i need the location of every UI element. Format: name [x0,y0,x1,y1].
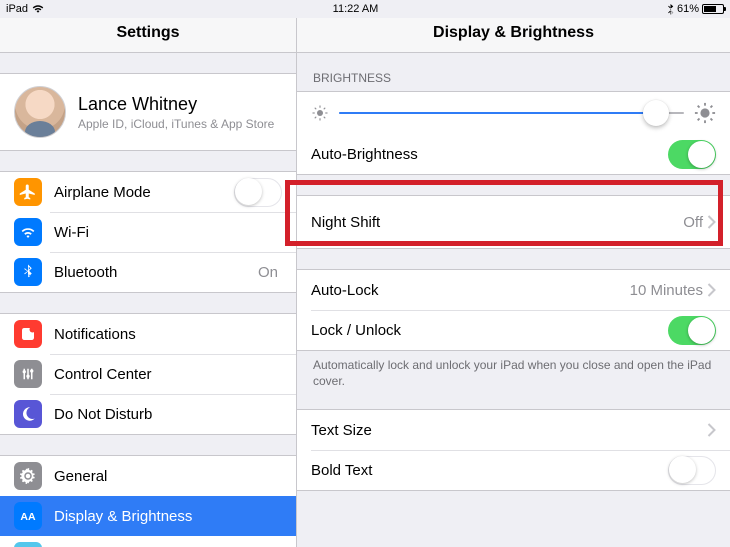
bluetooth-status-icon [667,4,674,15]
battery-icon [702,4,724,14]
wifi-label: Wi-Fi [54,224,282,241]
control-center-icon [14,360,42,388]
status-bar: iPad 11:22 AM 61% [0,0,730,18]
sidebar-item-airplane[interactable]: Airplane Mode [0,172,296,212]
auto-lock-label: Auto-Lock [311,282,630,299]
profile-name: Lance Whitney [78,94,274,115]
sidebar-item-control-center[interactable]: Control Center [0,354,296,394]
airplane-toggle[interactable] [234,178,282,207]
night-shift-label: Night Shift [311,214,683,231]
notifications-icon [14,320,42,348]
lock-footer: Automatically lock and unlock your iPad … [297,351,730,395]
brightness-header: BRIGHTNESS [297,53,730,91]
general-label: General [54,468,282,485]
display-label: Display & Brightness [54,508,282,525]
chevron-right-icon [707,283,716,297]
clock: 11:22 AM [44,3,667,15]
sidebar-item-display-brightness[interactable]: AA Display & Brightness [0,496,296,536]
sun-large-icon [694,102,716,124]
battery-percent: 61% [677,3,699,15]
chevron-right-icon [707,423,716,437]
auto-lock-cell[interactable]: Auto-Lock 10 Minutes [297,270,730,310]
dnd-label: Do Not Disturb [54,406,282,423]
sidebar-item-wifi[interactable]: Wi-Fi [0,212,296,252]
bluetooth-icon [14,258,42,286]
device-label: iPad [6,3,28,15]
general-icon [14,462,42,490]
avatar [14,86,66,138]
bluetooth-detail: On [258,264,278,281]
wifi-status-icon [32,4,44,14]
lock-unlock-toggle[interactable] [668,316,716,345]
notifications-label: Notifications [54,326,282,343]
auto-brightness-cell[interactable]: Auto-Brightness [297,134,730,174]
wallpaper-icon [14,542,42,547]
sidebar-item-dnd[interactable]: Do Not Disturb [0,394,296,434]
lock-unlock-label: Lock / Unlock [311,322,668,339]
auto-lock-detail: 10 Minutes [630,282,703,299]
brightness-slider[interactable] [339,112,684,114]
night-shift-cell[interactable]: Night Shift Off [297,196,730,248]
profile-sub: Apple ID, iCloud, iTunes & App Store [78,117,274,131]
sidebar-item-wallpaper[interactable]: Wallpaper [0,536,296,547]
sidebar-item-notifications[interactable]: Notifications [0,314,296,354]
sun-small-icon [311,104,329,122]
auto-brightness-label: Auto-Brightness [311,146,668,163]
airplane-label: Airplane Mode [54,184,234,201]
chevron-right-icon [707,215,716,229]
detail-title: Display & Brightness [297,18,730,53]
sidebar-item-general[interactable]: General [0,456,296,496]
airplane-icon [14,178,42,206]
bold-text-label: Bold Text [311,462,668,479]
display-icon: AA [14,502,42,530]
wifi-icon [14,218,42,246]
text-size-cell[interactable]: Text Size [297,410,730,450]
text-size-label: Text Size [311,422,707,439]
sidebar-item-bluetooth[interactable]: Bluetooth On [0,252,296,292]
bold-text-toggle[interactable] [668,456,716,485]
brightness-slider-row [297,92,730,134]
bluetooth-label: Bluetooth [54,264,258,281]
control-center-label: Control Center [54,366,282,383]
bold-text-cell[interactable]: Bold Text [297,450,730,490]
auto-brightness-toggle[interactable] [668,140,716,169]
settings-title: Settings [0,18,296,53]
night-shift-detail: Off [683,214,703,231]
lock-unlock-cell[interactable]: Lock / Unlock [297,310,730,350]
dnd-icon [14,400,42,428]
apple-id-cell[interactable]: Lance Whitney Apple ID, iCloud, iTunes &… [0,73,296,151]
svg-text:AA: AA [20,511,36,523]
